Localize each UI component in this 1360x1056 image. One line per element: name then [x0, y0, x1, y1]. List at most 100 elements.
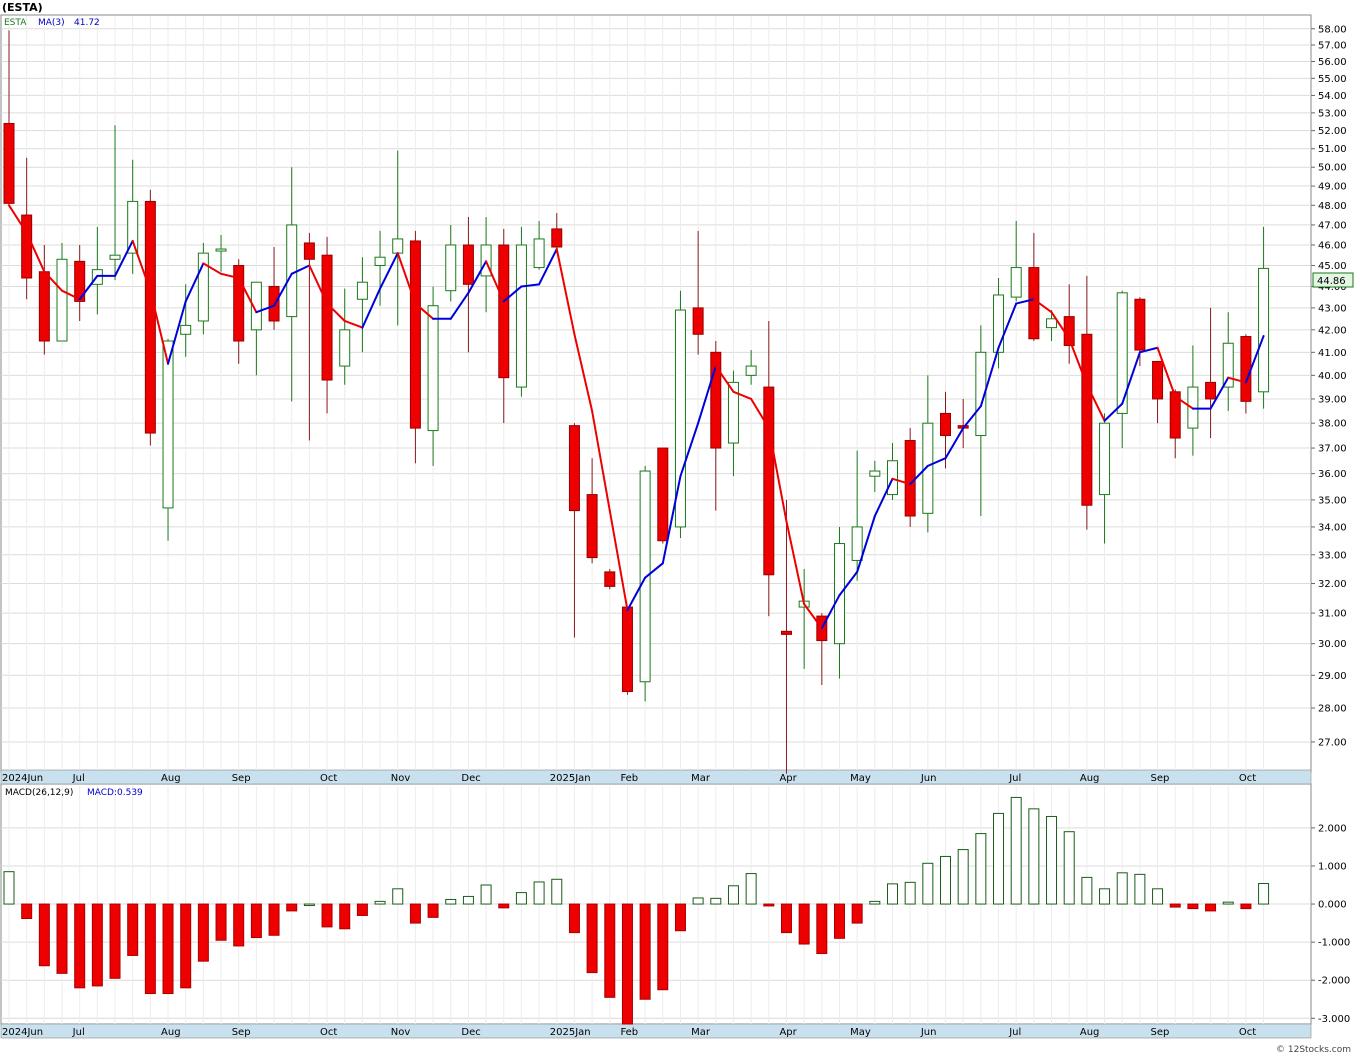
- macd-bar: [233, 903, 245, 947]
- macd-month-label: May: [850, 1027, 871, 1038]
- candle-body: [657, 447, 669, 542]
- macd-bar: [1187, 903, 1199, 910]
- macd-bar: [922, 862, 934, 905]
- price-tick-label: 41.00: [1318, 348, 1347, 359]
- price-tick-label: 46.00: [1318, 240, 1347, 251]
- macd-bar: [674, 903, 686, 932]
- macd-bar: [127, 903, 139, 956]
- price-x-axis-band: [0, 769, 1312, 785]
- macd-month-label: Mar: [691, 1027, 711, 1038]
- macd-bar: [975, 833, 987, 905]
- price-month-label: Aug: [1080, 773, 1100, 784]
- candle-body: [763, 386, 775, 576]
- price-tick-label: 45.00: [1318, 261, 1347, 272]
- macd-bar: [286, 903, 298, 912]
- candle-body: [162, 340, 174, 509]
- macd-tick-label: -1.000: [1318, 938, 1350, 949]
- macd-month-label: Apr: [779, 1027, 797, 1038]
- macd-bar: [91, 903, 103, 987]
- macd-bar: [162, 903, 174, 995]
- macd-bar: [1063, 831, 1075, 905]
- candle-body: [1046, 318, 1058, 329]
- price-tick-label: 36.00: [1318, 469, 1347, 480]
- price-month-label: Sep: [1151, 773, 1170, 784]
- candle: [409, 230, 421, 464]
- candle-body: [21, 214, 33, 279]
- macd-bar: [763, 903, 775, 907]
- candle-body: [215, 248, 227, 252]
- price-tick-label: 39.00: [1318, 394, 1347, 405]
- macd-month-label: 2024Jun: [2, 1027, 43, 1038]
- macd-tick-label: -2.000: [1318, 976, 1350, 987]
- price-tick-label: 27.00: [1318, 737, 1347, 748]
- macd-bar: [356, 903, 368, 916]
- price-tick-label: 31.00: [1318, 609, 1347, 620]
- macd-bar: [392, 888, 404, 905]
- candle-body: [392, 238, 404, 254]
- macd-bar: [551, 878, 563, 905]
- price-tick-label: 29.00: [1318, 671, 1347, 682]
- macd-bar: [887, 883, 898, 905]
- price-month-label: Jun: [920, 773, 937, 784]
- macd-bar: [515, 892, 527, 905]
- candle-body: [1222, 342, 1234, 388]
- price-tick-label: 42.00: [1318, 325, 1347, 336]
- watermark: © 12Stocks.com: [1276, 1045, 1351, 1055]
- macd-bar: [303, 903, 315, 907]
- price-month-label: May: [850, 773, 871, 784]
- macd-bar: [3, 871, 15, 905]
- candle-body: [1258, 267, 1270, 393]
- macd-bar: [445, 898, 457, 905]
- price-month-label: Oct: [320, 773, 337, 784]
- candle: [604, 569, 616, 590]
- macd-bar: [833, 903, 845, 939]
- candle-body: [109, 254, 121, 260]
- macd-bar: [851, 903, 863, 924]
- macd-bar: [1099, 888, 1111, 905]
- candle-body: [356, 281, 368, 300]
- price-month-label: 2025Jan: [550, 773, 591, 784]
- candle-body: [745, 365, 757, 376]
- price-tick-label: 54.00: [1318, 91, 1347, 102]
- macd-bar: [780, 903, 792, 934]
- macd-month-label: Feb: [620, 1027, 638, 1038]
- candle-body: [374, 256, 386, 266]
- chart-title: (ESTA): [2, 1, 43, 14]
- candle: [621, 606, 633, 695]
- macd-bar: [657, 903, 669, 991]
- candle-body: [851, 526, 863, 561]
- macd-bar: [816, 903, 828, 955]
- candle-body: [286, 224, 298, 318]
- price-month-label: Sep: [232, 773, 251, 784]
- macd-bar: [1222, 901, 1234, 905]
- legend-ticker: ESTA: [4, 18, 27, 28]
- candle: [515, 226, 527, 397]
- candle-body: [303, 242, 315, 260]
- price-tick-label: 30.00: [1318, 639, 1347, 650]
- macd-bar: [250, 903, 262, 939]
- candle-body: [427, 305, 439, 432]
- candle-body: [621, 606, 633, 693]
- candle-body: [515, 244, 527, 388]
- macd-month-label: 2025Jan: [550, 1027, 591, 1038]
- macd-month-label: Aug: [161, 1027, 181, 1038]
- macd-bar: [957, 849, 969, 905]
- macd-bar: [1081, 876, 1093, 905]
- candle-body: [1099, 422, 1111, 496]
- candle-body: [1240, 336, 1252, 402]
- candle-body: [409, 240, 421, 429]
- macd-month-label: Nov: [391, 1027, 411, 1038]
- candle-body: [586, 494, 598, 559]
- candle-body: [604, 571, 616, 587]
- price-month-label: Jul: [72, 773, 85, 784]
- candle-body: [533, 238, 545, 269]
- macd-bar: [1205, 903, 1217, 912]
- macd-bar: [1240, 903, 1252, 910]
- macd-bar: [621, 903, 633, 1025]
- candle-body: [692, 307, 704, 335]
- last-price-label: 44.86: [1317, 276, 1346, 287]
- macd-bar: [374, 900, 386, 905]
- macd-bar: [215, 903, 227, 941]
- macd-bar: [321, 903, 333, 928]
- stock-chart: 27.00 28.00 29.00 30.00 31.00 32.00 33.00 34.00…: [0, 1, 1354, 1055]
